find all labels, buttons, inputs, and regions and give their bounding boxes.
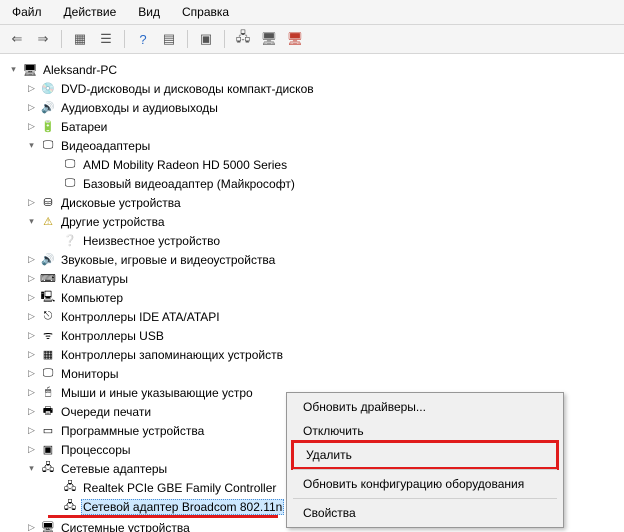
expand-icon[interactable]: ▷ xyxy=(26,444,37,455)
spacer-icon xyxy=(48,235,59,246)
expand-icon[interactable]: ▷ xyxy=(26,425,37,436)
collapse-icon[interactable]: ▾ xyxy=(26,463,37,474)
spacer-icon xyxy=(48,501,59,512)
tree-ide[interactable]: ▷ Контроллеры IDE ATA/ATAPI xyxy=(4,307,620,326)
sound-icon xyxy=(40,100,56,116)
collapse-icon[interactable]: ▾ xyxy=(26,216,37,227)
usb-icon xyxy=(40,328,56,344)
cm-delete[interactable]: Удалить xyxy=(291,440,559,470)
spacer-icon xyxy=(48,178,59,189)
toolbar-btn-2[interactable]: ☰ xyxy=(95,28,117,50)
tree-dvd[interactable]: ▷ DVD-дисководы и дисководы компакт-диск… xyxy=(4,79,620,98)
toolbar-separator xyxy=(124,30,125,48)
disk-icon xyxy=(40,195,56,211)
printer-icon xyxy=(40,404,56,420)
tree-usb[interactable]: ▷ Контроллеры USB xyxy=(4,326,620,345)
back-button[interactable]: ⇐ xyxy=(6,28,28,50)
context-menu: Обновить драйверы... Отключить Удалить О… xyxy=(286,392,564,528)
computer-icon xyxy=(22,62,38,78)
cm-update-drivers[interactable]: Обновить драйверы... xyxy=(289,395,561,419)
scan-hw-button[interactable]: 🖧 xyxy=(232,28,254,50)
tree-root[interactable]: ▾ Aleksandr-PC xyxy=(4,60,620,79)
menubar: Файл Действие Вид Справка xyxy=(0,0,624,25)
display-icon xyxy=(62,176,78,192)
tree-unknown[interactable]: Неизвестное устройство xyxy=(4,231,620,250)
expand-icon[interactable]: ▷ xyxy=(26,254,37,265)
tree-storage[interactable]: ▷ Контроллеры запоминающих устройств xyxy=(4,345,620,364)
expand-icon[interactable]: ▷ xyxy=(26,121,37,132)
keyboard-icon xyxy=(40,271,56,287)
tree-monitors[interactable]: ▷ Мониторы xyxy=(4,364,620,383)
toolbar-btn-5[interactable]: 🖥 xyxy=(258,28,280,50)
tree-video-basic[interactable]: Базовый видеоадаптер (Майкрософт) xyxy=(4,174,620,193)
toolbar-separator xyxy=(61,30,62,48)
cpu-icon xyxy=(40,442,56,458)
cm-scan-hw[interactable]: Обновить конфигурацию оборудования xyxy=(289,472,561,496)
network-icon xyxy=(62,499,78,515)
tree-computer[interactable]: ▷ Компьютер xyxy=(4,288,620,307)
help-button[interactable]: ? xyxy=(132,28,154,50)
collapse-icon[interactable]: ▾ xyxy=(26,140,37,151)
device-tree: ▾ Aleksandr-PC ▷ DVD-дисководы и дисково… xyxy=(0,54,624,532)
expand-icon[interactable]: ▷ xyxy=(26,349,37,360)
tree-keyboard[interactable]: ▷ Клавиатуры xyxy=(4,269,620,288)
expand-icon[interactable]: ▷ xyxy=(26,273,37,284)
menu-view[interactable]: Вид xyxy=(134,3,164,21)
tree-disk[interactable]: ▷ Дисковые устройства xyxy=(4,193,620,212)
network-icon xyxy=(62,480,78,496)
tree-sound[interactable]: ▷ Звуковые, игровые и видеоустройства xyxy=(4,250,620,269)
cm-separator xyxy=(293,469,557,470)
tree-video[interactable]: ▾ Видеоадаптеры xyxy=(4,136,620,155)
display-icon xyxy=(40,138,56,154)
expand-icon[interactable]: ▷ xyxy=(26,406,37,417)
warning-icon xyxy=(40,214,56,230)
battery-icon xyxy=(40,119,56,135)
cd-icon xyxy=(40,81,56,97)
forward-button[interactable]: ⇒ xyxy=(32,28,54,50)
app-icon xyxy=(40,423,56,439)
cm-properties[interactable]: Свойства xyxy=(289,501,561,525)
menu-help[interactable]: Справка xyxy=(178,3,233,21)
collapse-icon[interactable]: ▾ xyxy=(8,64,19,75)
computer-icon xyxy=(40,290,56,306)
toolbar-separator xyxy=(224,30,225,48)
toolbar: ⇐ ⇒ ▦ ☰ ? ▤ ▣ 🖧 🖥 🖥 xyxy=(0,25,624,54)
tree-battery[interactable]: ▷ Батареи xyxy=(4,117,620,136)
toolbar-btn-1[interactable]: ▦ xyxy=(69,28,91,50)
expand-icon[interactable]: ▷ xyxy=(26,330,37,341)
tree-other[interactable]: ▾ Другие устройства xyxy=(4,212,620,231)
network-icon xyxy=(40,461,56,477)
expand-icon[interactable]: ▷ xyxy=(26,387,37,398)
spacer-icon xyxy=(48,482,59,493)
menu-file[interactable]: Файл xyxy=(8,3,46,21)
expand-icon[interactable]: ▷ xyxy=(26,83,37,94)
tree-video-amd[interactable]: AMD Mobility Radeon HD 5000 Series xyxy=(4,155,620,174)
display-icon xyxy=(62,157,78,173)
expand-icon[interactable]: ▷ xyxy=(26,197,37,208)
ide-icon xyxy=(40,309,56,325)
expand-icon[interactable]: ▷ xyxy=(26,368,37,379)
unknown-icon xyxy=(62,233,78,249)
menu-action[interactable]: Действие xyxy=(60,3,121,21)
storage-icon xyxy=(40,347,56,363)
cm-separator xyxy=(293,498,557,499)
mouse-icon xyxy=(40,385,56,401)
toolbar-btn-4[interactable]: ▣ xyxy=(195,28,217,50)
tree-audio[interactable]: ▷ Аудиовходы и аудиовыходы xyxy=(4,98,620,117)
spacer-icon xyxy=(48,159,59,170)
toolbar-separator xyxy=(187,30,188,48)
toolbar-btn-3[interactable]: ▤ xyxy=(158,28,180,50)
uninstall-button[interactable]: 🖥 xyxy=(284,28,306,50)
expand-icon[interactable]: ▷ xyxy=(26,102,37,113)
expand-icon[interactable]: ▷ xyxy=(26,292,37,303)
system-icon xyxy=(40,520,56,532)
monitor-icon xyxy=(40,366,56,382)
sound-icon xyxy=(40,252,56,268)
expand-icon[interactable]: ▷ xyxy=(26,311,37,322)
expand-icon[interactable]: ▷ xyxy=(26,522,37,532)
